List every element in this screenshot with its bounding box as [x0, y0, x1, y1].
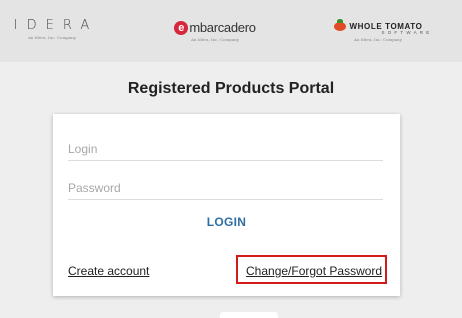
login-input[interactable]	[68, 138, 383, 161]
password-input[interactable]	[68, 177, 383, 200]
login-card: LOGIN Create account Change/Forgot Passw…	[53, 114, 400, 296]
bottom-tab	[220, 312, 278, 318]
brand-header: IDERA An Idera, Inc. Company e mbarcader…	[0, 0, 462, 62]
embarcadero-wordmark: mbarcadero	[189, 20, 256, 35]
login-button[interactable]: LOGIN	[53, 214, 400, 230]
idera-logo: IDERA An Idera, Inc. Company	[4, 10, 100, 40]
change-forgot-password-link[interactable]: Change/Forgot Password	[246, 264, 382, 278]
whole-tomato-tagline: An Idera, Inc. Company	[353, 37, 403, 42]
embarcadero-tagline: An Idera, Inc. Company	[190, 37, 240, 42]
page-title: Registered Products Portal	[127, 80, 335, 97]
idera-tagline: An Idera, Inc. Company	[27, 35, 77, 40]
create-account-link[interactable]: Create account	[68, 264, 149, 278]
whole-tomato-logo: WHOLE TOMATO SOFTWARE An Idera, Inc. Com…	[318, 10, 438, 42]
embarcadero-logo: e mbarcadero An Idera, Inc. Company	[166, 10, 264, 42]
idera-wordmark: IDERA	[13, 18, 99, 33]
embarcadero-e-icon: e	[174, 20, 189, 35]
tomato-icon	[333, 19, 346, 31]
change-password-highlight: Change/Forgot Password	[236, 255, 387, 284]
